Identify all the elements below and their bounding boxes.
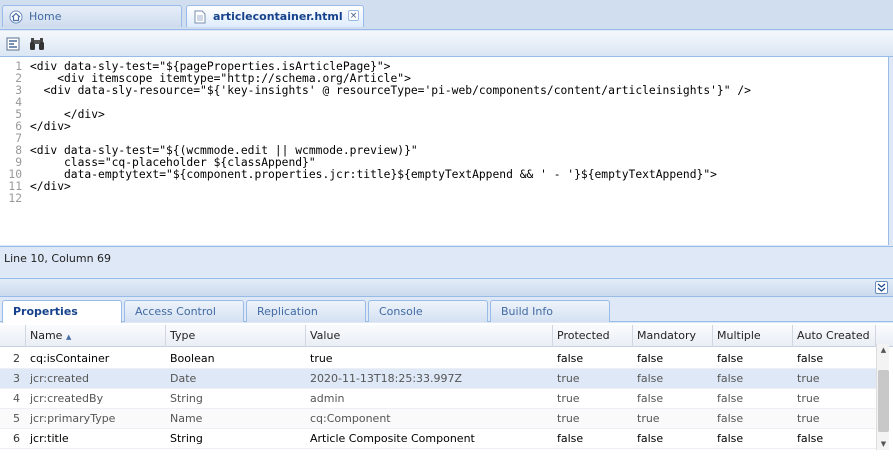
cell-type: String <box>170 432 203 445</box>
cell-multiple: false <box>717 392 744 405</box>
cell-protected: false <box>557 432 584 445</box>
cell-protected: true <box>557 392 580 405</box>
cell-protected: true <box>557 372 580 385</box>
cell-type: String <box>170 392 203 405</box>
grid-scrollbar[interactable]: ▲ ▼ <box>876 344 889 450</box>
code-line[interactable]: 5 </div> <box>0 109 888 121</box>
cell-mandatory: true <box>637 412 660 425</box>
cell-name: jcr:title <box>30 432 69 445</box>
cell-mandatory: false <box>637 352 664 365</box>
cell-multiple: false <box>717 412 744 425</box>
row-number: 3 <box>13 372 20 385</box>
code-line[interactable]: 10 data-emptytext="${component.propertie… <box>0 168 888 181</box>
line-number: 12 <box>8 192 22 205</box>
code-text: data-emptytext="${component.properties.j… <box>30 168 717 181</box>
code-line[interactable]: 3 <div data-sly-resource="${'key-insight… <box>0 84 888 97</box>
table-row[interactable]: 6 jcr:title String Article Composite Compon… <box>0 429 876 449</box>
sort-ascending-icon: ▲ <box>65 333 72 341</box>
tab-console[interactable]: Console <box>368 300 488 322</box>
close-icon[interactable]: × <box>348 10 359 21</box>
cell-multiple: false <box>717 432 744 445</box>
tab-articlecontainer-label: articlecontainer.html <box>213 10 343 23</box>
row-number: 6 <box>13 432 20 445</box>
home-icon <box>9 10 23 24</box>
row-number: 5 <box>13 412 20 425</box>
grid-header: Name ▲ Type Value Protected Mandatory Mu… <box>0 325 893 347</box>
column-header-mandatory[interactable]: Mandatory <box>633 325 713 347</box>
cell-name: jcr:created <box>30 372 90 385</box>
cell-multiple: false <box>717 352 744 365</box>
properties-grid: Name ▲ Type Value Protected Mandatory Mu… <box>0 323 893 457</box>
editor-tab-bar: Home articlecontainer.html × <box>0 0 893 30</box>
tab-access-control[interactable]: Access Control <box>124 300 244 322</box>
table-row[interactable]: 3 jcr:created Date 2020-11-13T18:25:33.997Z… <box>0 369 876 389</box>
cell-value: true <box>310 352 333 365</box>
cell-auto-created: true <box>797 392 820 405</box>
cell-auto-created: true <box>797 412 820 425</box>
column-header-name[interactable]: Name ▲ <box>26 325 166 347</box>
table-row[interactable]: 4 jcr:createdBy String admin true false false t… <box>0 389 876 409</box>
cell-auto-created: false <box>797 432 824 445</box>
tab-properties[interactable]: Properties <box>2 300 122 323</box>
cell-auto-created: false <box>797 352 824 365</box>
code-text: </div> <box>30 120 71 133</box>
tab-build-info[interactable]: Build Info <box>490 300 610 322</box>
cell-type: Boolean <box>170 352 215 365</box>
cell-mandatory: false <box>637 392 664 405</box>
cell-value: Article Composite Component <box>310 432 475 445</box>
tab-home[interactable]: Home <box>2 5 182 27</box>
properties-tab-bar: Properties Access Control Replication Co… <box>0 298 893 323</box>
cell-value: admin <box>310 392 345 405</box>
scroll-up-icon[interactable]: ▲ <box>877 344 890 356</box>
column-header-value[interactable]: Value <box>306 325 553 347</box>
column-header-protected[interactable]: Protected <box>553 325 633 347</box>
editor-toolbar <box>0 31 893 57</box>
code-text: </div> <box>30 180 71 193</box>
binoculars-icon[interactable] <box>28 35 46 53</box>
cell-type: Name <box>170 412 203 425</box>
cell-protected: false <box>557 352 584 365</box>
cell-multiple: false <box>717 372 744 385</box>
cell-mandatory: false <box>637 432 664 445</box>
table-row[interactable]: 5 jcr:primaryType Name cq:Component true true… <box>0 409 876 429</box>
tab-articlecontainer[interactable]: articlecontainer.html × <box>186 5 364 27</box>
tab-replication[interactable]: Replication <box>246 300 366 322</box>
code-line[interactable]: 4 <box>0 97 888 109</box>
cell-mandatory: false <box>637 372 664 385</box>
table-row[interactable]: 2 cq:isContainer Boolean true false false fals… <box>0 349 876 369</box>
row-number: 2 <box>13 352 20 365</box>
cursor-position-status: Line 10, Column 69 <box>0 246 893 270</box>
cell-name: jcr:primaryType <box>30 412 116 425</box>
cell-auto-created: true <box>797 372 820 385</box>
code-editor[interactable]: 1 <div data-sly-test="${pageProperties.is… <box>0 57 889 245</box>
cell-value: 2020-11-13T18:25:33.997Z <box>310 372 463 385</box>
row-number: 4 <box>13 392 20 405</box>
column-header-auto-created[interactable]: Auto Created <box>793 325 876 347</box>
cell-protected: true <box>557 412 580 425</box>
cell-name: cq:isContainer <box>30 352 110 365</box>
tab-home-label: Home <box>29 10 62 23</box>
column-header-multiple[interactable]: Multiple <box>713 325 793 347</box>
column-header-type[interactable]: Type <box>166 325 306 347</box>
cell-value: cq:Component <box>310 412 391 425</box>
row-number-header <box>0 325 26 347</box>
panel-splitter[interactable] <box>0 278 893 297</box>
scroll-down-icon[interactable]: ▼ <box>877 438 890 450</box>
cell-type: Date <box>170 372 197 385</box>
file-icon <box>193 10 207 24</box>
scroll-thumb[interactable] <box>878 370 889 432</box>
collapse-icon[interactable] <box>875 281 888 294</box>
code-line[interactable]: 11 </div> <box>0 180 888 193</box>
code-text: <div data-sly-resource="${'key-insights'… <box>30 84 751 97</box>
format-icon[interactable] <box>4 35 22 53</box>
code-line[interactable]: 6 </div> <box>0 120 888 133</box>
code-line[interactable]: 12 <box>0 192 888 205</box>
cell-name: jcr:createdBy <box>30 392 104 405</box>
